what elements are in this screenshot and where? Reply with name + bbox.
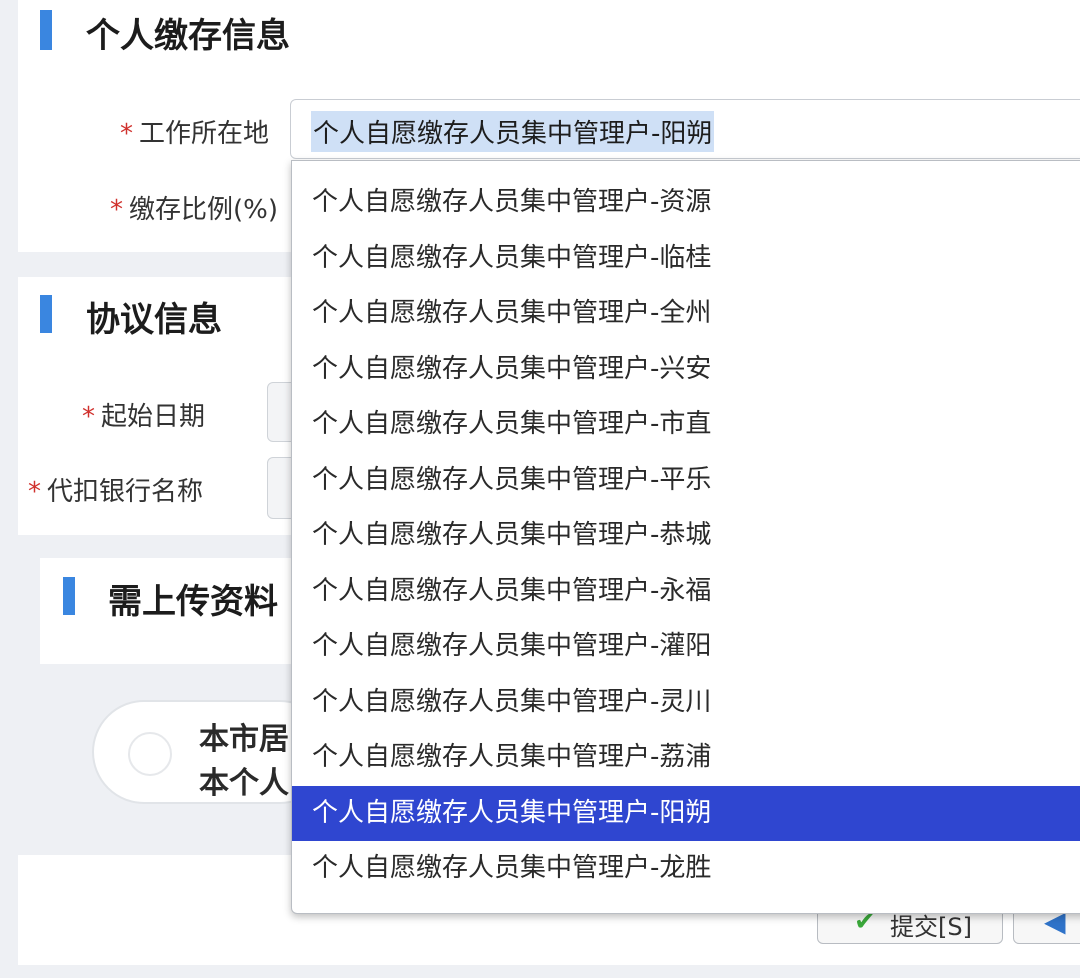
agreement-title: 协议信息: [86, 300, 222, 340]
dropdown-option[interactable]: 个人自愿缴存人员集中管理户-灌阳: [292, 619, 1080, 675]
dropdown-option[interactable]: 个人自愿缴存人员集中管理户-临桂: [292, 231, 1080, 287]
dropdown-option[interactable]: 个人自愿缴存人员集中管理户-资源: [292, 175, 1080, 231]
dropdown-option[interactable]: 个人自愿缴存人员集中管理户-阳朔: [292, 785, 1080, 841]
ratio-label: * 缴存比例(%): [110, 195, 278, 225]
work-location-dropdown[interactable]: 个人自愿缴存人员集中管理户-资源 个人自愿缴存人员集中管理户-临桂 个人自愿缴存人员…: [291, 160, 1080, 914]
dropdown-options: 个人自愿缴存人员集中管理户-资源 个人自愿缴存人员集中管理户-临桂 个人自愿缴存人员…: [292, 175, 1080, 897]
bank-name-label: * 代扣银行名称: [28, 477, 204, 507]
dropdown-option[interactable]: 个人自愿缴存人员集中管理户-全州: [292, 286, 1080, 342]
personal-info-title: 个人缴存信息: [86, 16, 290, 56]
work-location-select[interactable]: 个人自愿缴存人员集中管理户-阳朔: [290, 99, 1080, 159]
upload-title: 需上传资料: [108, 582, 278, 622]
dropdown-option[interactable]: 个人自愿缴存人员集中管理户-市直: [292, 397, 1080, 453]
dropdown-option[interactable]: 个人自愿缴存人员集中管理户-兴安: [292, 342, 1080, 398]
dropdown-option[interactable]: 个人自愿缴存人员集中管理户-灵川: [292, 675, 1080, 731]
required-mark: *: [110, 195, 123, 225]
section-accent-bar: [63, 577, 75, 615]
section-accent-bar: [40, 295, 52, 333]
radio-circle-icon[interactable]: [128, 732, 172, 776]
dropdown-option[interactable]: 个人自愿缴存人员集中管理户-荔浦: [292, 730, 1080, 786]
upload-option-line2: 本个人: [199, 766, 289, 801]
required-mark: *: [28, 477, 41, 507]
work-location-label: * 工作所在地: [120, 119, 270, 149]
dropdown-option[interactable]: 个人自愿缴存人员集中管理户-平乐: [292, 453, 1080, 509]
required-mark: *: [120, 119, 133, 149]
dropdown-option[interactable]: 个人自愿缴存人员集中管理户-龙胜: [292, 841, 1080, 897]
dropdown-option[interactable]: 个人自愿缴存人员集中管理户-恭城: [292, 508, 1080, 564]
work-location-value: 个人自愿缴存人员集中管理户-阳朔: [311, 111, 715, 152]
upload-option-line1: 本市居: [199, 722, 289, 757]
required-mark: *: [82, 402, 95, 432]
section-accent-bar: [40, 10, 52, 50]
start-date-label: * 起始日期: [82, 402, 206, 432]
dropdown-option[interactable]: 个人自愿缴存人员集中管理户-永福: [292, 564, 1080, 620]
